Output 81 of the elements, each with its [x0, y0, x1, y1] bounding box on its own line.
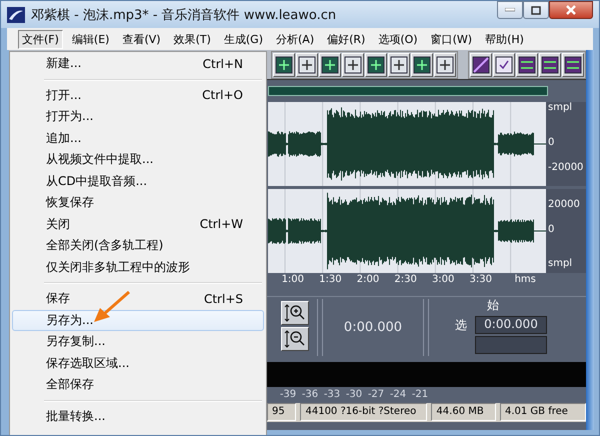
time-label: 2:00 — [356, 274, 380, 285]
check-icon — [495, 56, 513, 74]
menu-item[interactable]: 全部保存 — [12, 374, 264, 396]
time-label: 1:00 — [280, 274, 306, 285]
toolbar-button[interactable] — [434, 52, 456, 77]
start-time-field[interactable]: 0:00.000 — [475, 316, 547, 334]
app-logo-icon — [7, 6, 25, 22]
menu-item[interactable]: 保存选取区域... — [12, 352, 264, 374]
status-cell: 95 — [267, 403, 296, 422]
toolbar-button[interactable] — [388, 52, 410, 77]
menu-item[interactable]: 另存复制... — [12, 331, 264, 352]
column-heading: 始 — [487, 297, 500, 314]
time-label: 1:30 — [318, 274, 343, 285]
menu-item[interactable]: 生成(G) — [220, 30, 267, 48]
toolbar-button[interactable] — [539, 52, 561, 77]
scale-label: -33 — [322, 389, 342, 400]
menu-item[interactable]: 分析(A) — [272, 30, 318, 48]
toolbar-button[interactable] — [365, 52, 387, 77]
close-button[interactable] — [549, 1, 593, 19]
menu-item[interactable]: 全部关闭(含多轨工程) — [12, 235, 264, 256]
menu-item[interactable]: 查看(V) — [118, 30, 165, 48]
toolbar-button[interactable] — [411, 52, 433, 77]
status-cell: 44.60 MB — [431, 403, 496, 422]
menu-item[interactable]: 编辑(E) — [68, 30, 114, 48]
menu-item[interactable]: 打开... Ctrl+O — [12, 84, 264, 106]
menu-item[interactable]: 从视频文件中提取... — [12, 149, 264, 170]
menu-item[interactable]: 仅关闭非多轨工程中的波形 — [12, 256, 264, 278]
scale-label: -27 — [366, 389, 386, 400]
status-cell: 4.01 GB free — [500, 403, 586, 422]
menu-item[interactable]: 另存为... — [12, 310, 264, 331]
menu-item[interactable]: 打开为... — [12, 106, 264, 128]
time-label: 2:30 — [393, 274, 418, 285]
zoom-out-button[interactable] — [281, 327, 309, 352]
toolbar-button[interactable] — [493, 52, 515, 77]
toolbar-button[interactable] — [296, 52, 318, 77]
end-time-field[interactable] — [475, 336, 547, 354]
status-cell: 44100 ?16-bit ?Stereo — [300, 403, 428, 422]
toolbar-button[interactable] — [342, 52, 364, 77]
menu-item[interactable]: 追加... — [12, 128, 264, 149]
axis-label: 20000 — [548, 198, 580, 210]
axis-label: smpl — [548, 258, 572, 268]
zoom-in-icon — [284, 303, 306, 324]
time-label: 3:30 — [468, 274, 493, 285]
menu-item[interactable]: 帮助(H) — [481, 30, 528, 48]
toolbar-button[interactable] — [319, 52, 341, 77]
scale-label: -36 — [300, 389, 320, 400]
axis-label: 0 — [548, 136, 554, 148]
zoom-out-icon — [284, 329, 306, 350]
menu-item[interactable]: 从CD中提取音频... — [12, 170, 264, 192]
close-icon — [565, 5, 577, 15]
menu-item[interactable]: 偏好(R) — [323, 30, 370, 48]
window-title: 邓紫棋 - 泡沫.mp3* - 音乐消音软件 www.leawo.cn — [31, 6, 336, 24]
axis-label: -20000 — [548, 162, 584, 174]
time-display: 0:00.000 — [344, 320, 402, 335]
toolbar-button[interactable] — [516, 52, 538, 77]
maximize-button[interactable] — [523, 1, 549, 19]
toolbar-button[interactable] — [273, 52, 295, 77]
menu-item[interactable]: 窗口(W) — [426, 30, 476, 48]
zoom-in-button[interactable] — [281, 301, 309, 326]
menu-item[interactable]: 效果(T) — [170, 30, 215, 48]
scale-label: -30 — [344, 389, 364, 400]
menu-item[interactable]: 保存 Ctrl+S — [12, 288, 264, 310]
scale-label: -21 — [410, 389, 430, 400]
minimize-icon — [505, 8, 515, 12]
axis-label: smpl — [548, 102, 572, 113]
arrow-drawing — [92, 290, 132, 324]
menu-item[interactable]: 选项(O) — [374, 30, 422, 48]
time-unit: hms — [514, 274, 536, 285]
time-label: 3:00 — [430, 274, 456, 285]
minimize-button[interactable] — [497, 1, 523, 19]
axis-label: 0 — [548, 224, 554, 235]
maximize-icon — [531, 6, 541, 14]
toolbar-button[interactable] — [470, 52, 492, 77]
scale-label: -39 — [278, 389, 298, 400]
menu-item[interactable]: 批量转换... — [12, 406, 264, 427]
row-label: 选 — [454, 316, 467, 334]
toolbar-button[interactable] — [562, 52, 584, 77]
menu-item[interactable]: 文件(F) — [18, 30, 63, 48]
menu-item[interactable]: 恢复保存 — [12, 192, 264, 214]
scale-label: -24 — [388, 389, 408, 400]
menu-item[interactable]: 关闭 Ctrl+W — [12, 214, 264, 235]
